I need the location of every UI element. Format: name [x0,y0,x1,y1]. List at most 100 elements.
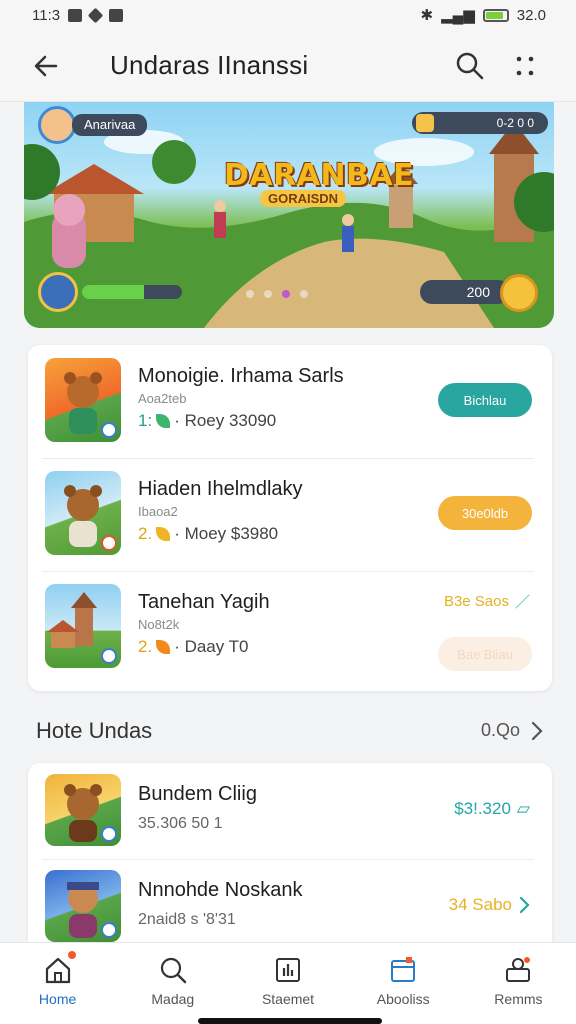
home-icon [45,957,70,984]
featured-list: Monoigie. Irhama Sarls Aoa2teb 1: · Roey… [28,345,552,691]
item-subtitle: No8t2k [138,617,180,632]
nav-profile[interactable]: Remms [461,943,576,1024]
action-button[interactable]: 30e0ldb [438,496,532,530]
page-title: Undaras IInanssi [110,50,309,80]
list-item[interactable]: Monoigie. Irhama Sarls Aoa2teb 1: · Roey… [28,345,552,458]
leaf-icon [156,640,171,654]
edit-icon: ▱ [516,799,530,818]
verified-badge-icon [101,535,117,551]
item-stats: · Daay T0 [174,637,249,656]
game-thumbnail [45,870,121,942]
signal-icon: ▂▄▆ [441,7,475,24]
player-avatar [38,106,76,144]
nav-calendar[interactable]: Abooliss [346,943,461,1024]
status-bar: 11:3 ✱ ▂▄▆ 32.0 [0,0,576,30]
item-meta: 2. · Daay T0 [138,637,249,657]
game-banner[interactable]: Anarivaa 0-2 0 0 DARANBAE GORAISDN 200 [24,102,554,328]
item-rank: 2. [138,524,153,543]
action-button[interactable]: Bae Bliau [438,637,532,671]
coin-icon [500,274,538,312]
item-title: Hiaden Ihelmdlaky [138,478,303,500]
more-vertical-icon [516,56,534,76]
section-title: Hote Undas [36,718,153,743]
game-thumbnail [45,471,121,555]
carousel-dot[interactable] [264,290,272,298]
item-subtitle: 2naid8 s '8'31 [138,911,236,928]
item-price[interactable]: 34 Sabo [449,895,530,915]
edit-icon: ／ [514,594,530,611]
back-button[interactable] [28,50,64,82]
item-title: Bundem Cliig [138,783,257,805]
item-price: B3e Saos ／ [444,591,530,612]
item-stats: · Moey $3980 [174,524,279,543]
search-icon [456,52,484,80]
list-item[interactable]: Tanehan Yagih No8t2k 2. · Daay T0 B3e Sa… [28,571,552,684]
battery-icon [482,8,509,22]
character-icon [38,272,78,312]
carousel-dot[interactable] [282,290,290,298]
status-time: 11:3 [32,6,61,24]
game-thumbnail [45,774,121,846]
search-button[interactable] [452,48,488,84]
nav-label: Remms [494,991,543,1007]
energy-fill [82,285,144,299]
price-text: B3e Saos [443,593,509,610]
see-more-label: 0.Qo [480,720,520,740]
player-name: Anarivaa [72,114,148,136]
carousel-dot[interactable] [246,290,254,298]
nav-stats[interactable]: Staemet [230,943,345,1024]
price-text: $3!.320 [454,799,511,818]
more-options-button[interactable] [510,48,540,84]
verified-badge-icon [101,648,117,664]
list-item[interactable]: Nnnohde Noskank 2naid8 s '8'31 34 Sabo [28,859,552,955]
game-thumbnail [45,584,121,668]
item-subtitle: Ibaoa2 [138,504,178,519]
nav-label: Abooliss [376,991,430,1007]
bluetooth-icon: ✱ [420,7,434,24]
item-subtitle: Aoa2teb [138,391,187,406]
verified-badge-icon [101,922,117,938]
nav-label: Staemet [261,991,315,1007]
see-more-link[interactable]: 0.Qo [481,720,544,741]
sim-icon [109,8,124,22]
nav-search[interactable]: Madag [115,943,230,1024]
verified-badge-icon [101,422,117,438]
nav-home[interactable]: Home [0,943,115,1024]
coin-counter: 0-2 0 0 [412,112,548,134]
energy-bar [82,285,182,299]
secondary-list: Bundem Cliig 35.306 50 1 $3!.320 ▱ Nnnoh… [28,763,552,963]
bottom-navigation: Home Madag Staemet Abooliss Remms [0,942,576,1024]
battery-level: 32.0 [516,6,546,24]
home-indicator [198,1018,382,1024]
section-header: Hote Undas 0.Qo [36,716,544,748]
item-meta: 1: · Roey 33090 [138,411,276,431]
verified-badge-icon [101,826,117,842]
item-rank: 2. [138,637,153,656]
chevron-right-icon [519,896,530,914]
carousel-dots[interactable] [246,290,308,298]
price-text: 34 Sabo [448,895,512,914]
app-bar: Undaras IInanssi [0,30,576,102]
carousel-dot[interactable] [300,290,308,298]
score-chip: 200 [420,274,540,312]
game-title: DARANBAE [224,158,415,193]
item-price[interactable]: $3!.320 ▱ [454,799,530,819]
action-button[interactable]: Bichlau [438,383,532,417]
item-subtitle: 35.306 50 1 [138,815,223,832]
item-rank: 1: [138,411,153,430]
list-item[interactable]: Hiaden Ihelmdlaky Ibaoa2 2. · Moey $3980… [28,458,552,571]
nav-label: Home [38,991,77,1007]
location-icon [87,7,104,23]
item-title: Nnnohde Noskank [138,879,303,901]
calendar-icon [391,957,416,982]
list-item[interactable]: Bundem Cliig 35.306 50 1 $3!.320 ▱ [28,763,552,859]
game-subtitle: GORAISDN [260,190,347,207]
chevron-right-icon [531,721,543,740]
item-title: Monoigie. Irhama Sarls [138,365,344,387]
score-value: 200 [420,280,510,304]
notification-dot [68,951,76,959]
item-title: Tanehan Yagih [138,591,270,613]
nav-label: Madag [151,991,195,1007]
search-icon [160,957,186,984]
player-chip[interactable]: Anarivaa [38,106,148,144]
